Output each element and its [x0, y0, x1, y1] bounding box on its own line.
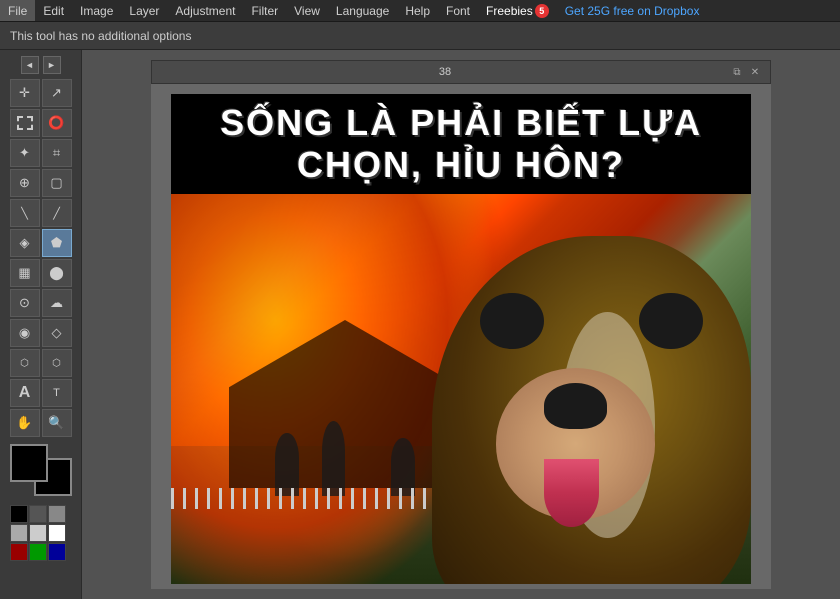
clone-tool[interactable]: ⬤ — [42, 259, 72, 287]
menu-layer[interactable]: Layer — [121, 0, 167, 21]
options-message: This tool has no additional options — [10, 29, 191, 43]
close-button[interactable]: ✕ — [748, 65, 762, 79]
tool-row-4: ⊕ ▢ — [0, 169, 81, 197]
foreground-color-swatch[interactable] — [10, 444, 48, 482]
dog-nose — [544, 383, 608, 428]
tool-row-3: ✦ ⌗ — [0, 139, 81, 167]
options-bar: This tool has no additional options — [0, 22, 840, 50]
eyedropper-tool[interactable]: ⊕ — [10, 169, 40, 197]
main-area: ◄ ► ✛ ↗ ⭕ ✦ ⌗ ⊕ ▢ ╲ ╱ ◈ ⬟ ▦ ⬤ — [0, 50, 840, 599]
text-tool-2[interactable]: T — [42, 379, 72, 407]
window-title: 38 — [160, 66, 730, 78]
tool-row-10: ⬡ ⬡ — [0, 349, 81, 377]
zoom-tool[interactable]: 🔍 — [42, 409, 72, 437]
grid-cell[interactable] — [29, 505, 47, 523]
text-tool[interactable]: A — [10, 379, 40, 407]
color-grid — [10, 504, 72, 562]
move-tool[interactable]: ✛ — [10, 79, 40, 107]
tool-row-12: ✋ 🔍 — [0, 409, 81, 437]
tool-row-7: ▦ ⬤ — [0, 259, 81, 287]
tool-row-8: ⊙ ☁ — [0, 289, 81, 317]
smudge-tool[interactable]: ☁ — [42, 289, 72, 317]
menu-filter[interactable]: Filter — [243, 0, 286, 21]
grid-row-3 — [10, 543, 72, 561]
arrow-tool[interactable]: ↗ — [42, 79, 72, 107]
menu-file[interactable]: File — [0, 0, 35, 21]
menu-freebies[interactable]: Freebies 5 — [478, 4, 557, 18]
ruler-tool[interactable]: ▢ — [42, 169, 72, 197]
grid-row-2 — [10, 524, 72, 542]
shape-tool[interactable]: ⬟ — [42, 229, 72, 257]
canvas-area: 38 ⧉ ✕ SỐNG LÀ PHẢI BIẾT LỰA CHỌN, HỈU H… — [82, 50, 840, 599]
nav-right-button[interactable]: ► — [43, 56, 61, 74]
hand-tool[interactable]: ✋ — [10, 409, 40, 437]
dog-eye-left — [480, 293, 544, 350]
tool-row-1: ✛ ↗ — [0, 79, 81, 107]
grid-cell[interactable] — [48, 543, 66, 561]
grid-cell[interactable] — [10, 524, 28, 542]
toolbar-nav: ◄ ► — [0, 54, 81, 76]
dog-face — [432, 236, 751, 584]
menu-edit[interactable]: Edit — [35, 0, 72, 21]
nav-left-button[interactable]: ◄ — [21, 56, 39, 74]
rect-select-tool[interactable] — [10, 109, 40, 137]
tool-row-6: ◈ ⬟ — [0, 229, 81, 257]
grid-cell[interactable] — [48, 505, 66, 523]
person-silhouette-2 — [322, 421, 345, 497]
person-silhouette-1 — [275, 433, 298, 496]
menu-language[interactable]: Language — [328, 0, 397, 21]
fill-tool[interactable]: ◈ — [10, 229, 40, 257]
sharpen-tool[interactable]: ◇ — [42, 319, 72, 347]
line-tool[interactable]: ╱ — [42, 199, 72, 227]
meme-photo — [171, 194, 751, 584]
magic-wand-tool[interactable]: ✦ — [10, 139, 40, 167]
lasso-tool[interactable]: ⭕ — [42, 109, 72, 137]
tool-row-2: ⭕ — [0, 109, 81, 137]
meme-container: SỐNG LÀ PHẢI BIẾT LỰA CHỌN, HỈU HÔN? — [171, 94, 751, 584]
paint-tool[interactable]: ⬡ — [42, 349, 72, 377]
path-tool[interactable]: ⬡ — [10, 349, 40, 377]
meme-text-area: SỐNG LÀ PHẢI BIẾT LỰA CHỌN, HỈU HÔN? — [171, 94, 751, 194]
menu-view[interactable]: View — [286, 0, 328, 21]
dog-snout — [496, 368, 656, 519]
tool-row-11: A T — [0, 379, 81, 407]
grid-cell[interactable] — [10, 543, 28, 561]
window-controls: ⧉ ✕ — [730, 65, 762, 79]
restore-button[interactable]: ⧉ — [730, 65, 744, 79]
grid-cell[interactable] — [10, 505, 28, 523]
tool-row-9: ◉ ◇ — [0, 319, 81, 347]
menu-font[interactable]: Font — [438, 0, 478, 21]
pencil-tool[interactable]: ╲ — [10, 199, 40, 227]
meme-text: SỐNG LÀ PHẢI BIẾT LỰA CHỌN, HỈU HÔN? — [181, 102, 741, 186]
crop-tool[interactable]: ⌗ — [42, 139, 72, 167]
window-title-bar: 38 ⧉ ✕ — [151, 60, 771, 84]
menu-adjustment[interactable]: Adjustment — [167, 0, 243, 21]
menu-image[interactable]: Image — [72, 0, 121, 21]
burn-tool[interactable]: ◉ — [10, 319, 40, 347]
canvas-inner: SỐNG LÀ PHẢI BIẾT LỰA CHỌN, HỈU HÔN? — [171, 94, 751, 584]
grid-row-1 — [10, 505, 72, 523]
grid-cell[interactable] — [29, 543, 47, 561]
tool-row-5: ╲ ╱ — [0, 199, 81, 227]
heal-tool[interactable]: ⊙ — [10, 289, 40, 317]
toolbar: ◄ ► ✛ ↗ ⭕ ✦ ⌗ ⊕ ▢ ╲ ╱ ◈ ⬟ ▦ ⬤ — [0, 50, 82, 599]
menu-dropbox[interactable]: Get 25G free on Dropbox — [557, 4, 708, 18]
color-swatches — [10, 444, 72, 496]
dog-tongue — [544, 459, 600, 527]
grid-cell[interactable] — [29, 524, 47, 542]
dog-eye-right — [639, 293, 703, 350]
gradient-tool[interactable]: ▦ — [10, 259, 40, 287]
menu-help[interactable]: Help — [397, 0, 438, 21]
freebies-badge: 5 — [535, 4, 549, 18]
menu-bar: File Edit Image Layer Adjustment Filter … — [0, 0, 840, 22]
canvas-wrapper: SỐNG LÀ PHẢI BIẾT LỰA CHỌN, HỈU HÔN? — [151, 84, 771, 589]
grid-cell[interactable] — [48, 524, 66, 542]
